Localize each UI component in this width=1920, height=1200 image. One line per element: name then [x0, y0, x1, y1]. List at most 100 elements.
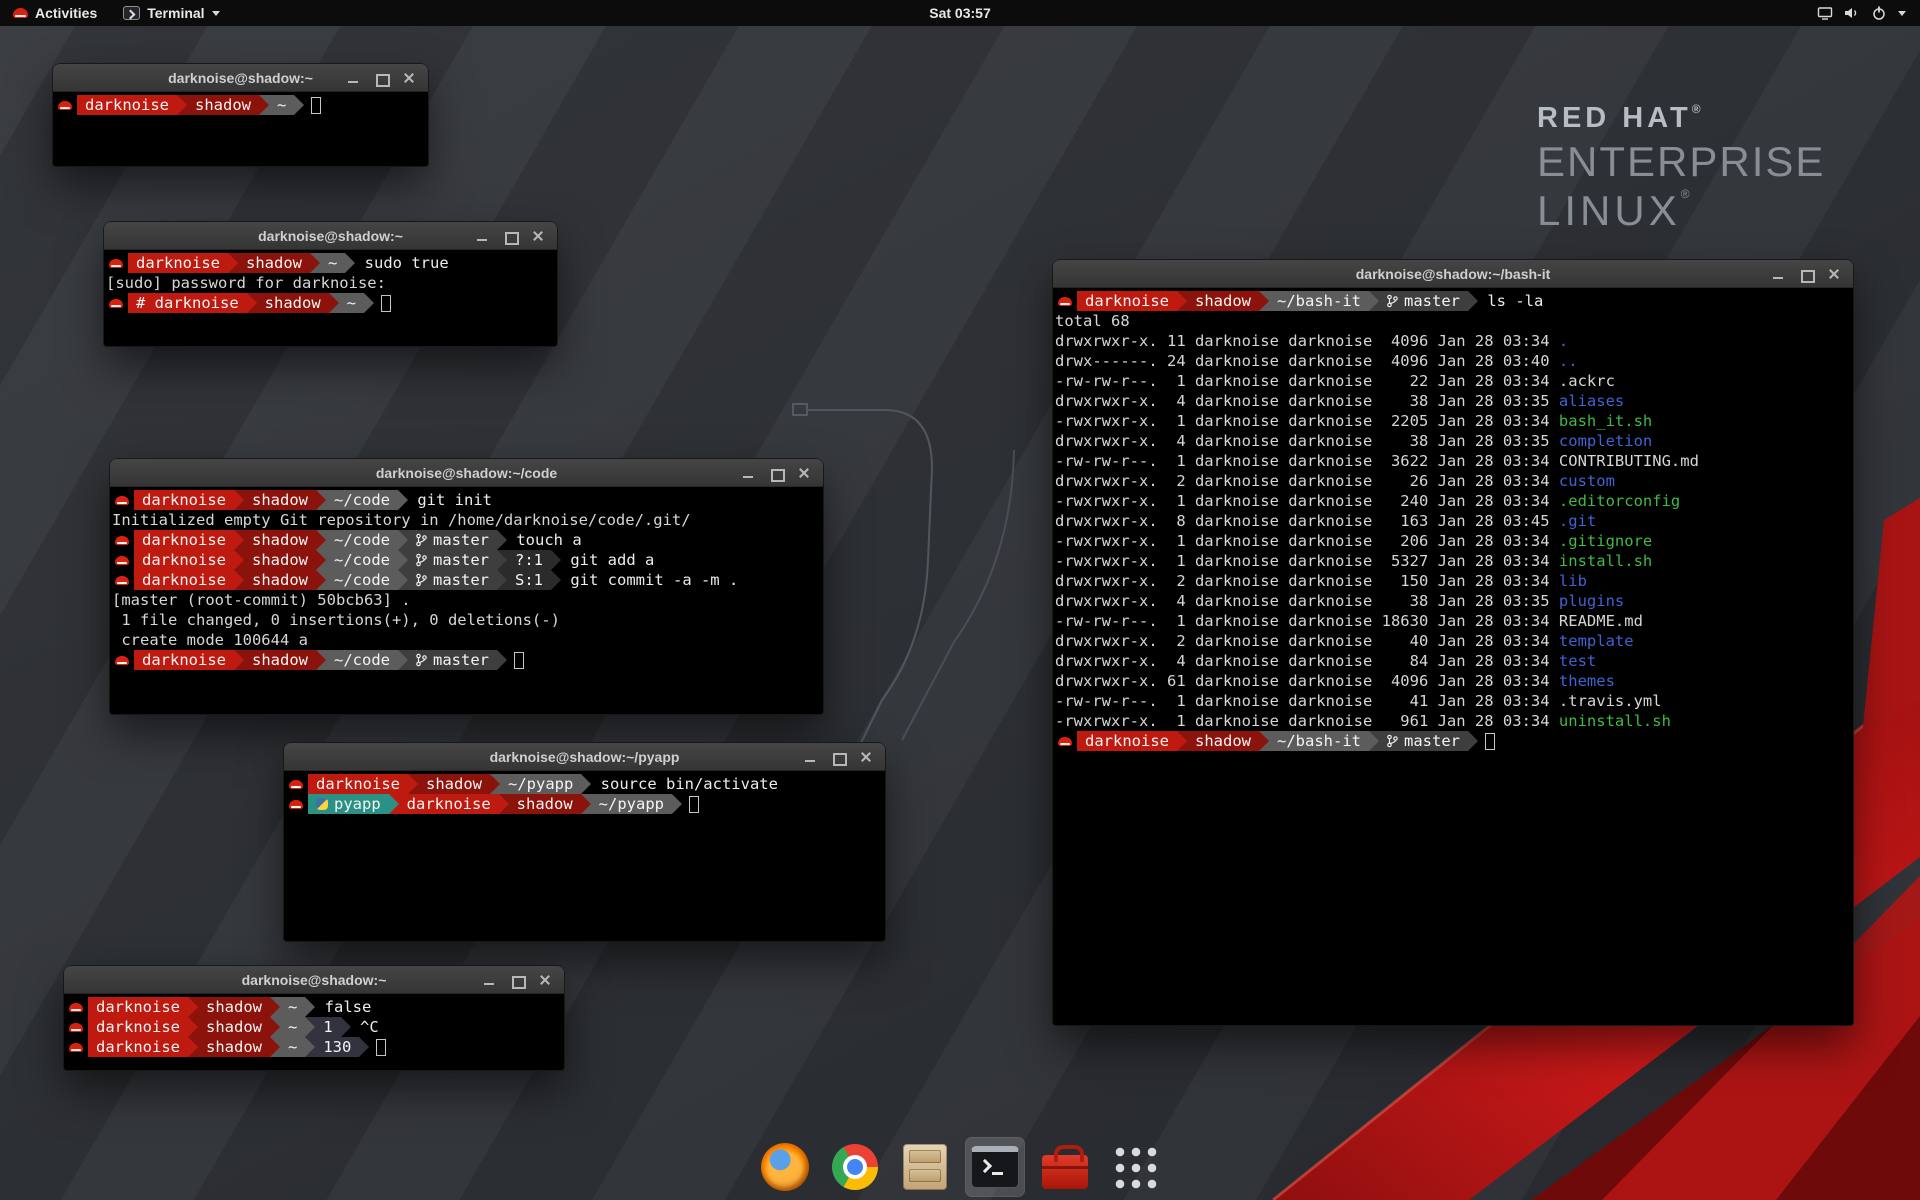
terminal-cursor — [689, 796, 699, 813]
output-text: drwxrwxr-x. 2 darknoise darknoise 26 Jan… — [1055, 472, 1559, 490]
minimize-button[interactable] — [481, 972, 497, 988]
dock-item-files[interactable] — [896, 1138, 954, 1196]
window-titlebar[interactable]: darknoise@shadow:~ — [53, 64, 428, 92]
prompt-segment-path: ~ — [269, 95, 294, 115]
window-titlebar[interactable]: darknoise@shadow:~ — [104, 222, 557, 250]
terminal-line: drwxrwxr-x. 11 darknoise darknoise 4096 … — [1055, 331, 1851, 351]
minimize-button[interactable] — [474, 228, 490, 244]
activities-button[interactable]: Activities — [0, 0, 110, 26]
powerline-arrow-icon — [316, 650, 326, 670]
close-button[interactable] — [796, 465, 812, 481]
brand-line-redhat: RED HAT® — [1537, 102, 1825, 135]
minimize-button[interactable] — [802, 749, 818, 765]
close-icon — [530, 228, 546, 244]
terminal-content[interactable]: darknoiseshadow~/pyapp source bin/activa… — [284, 771, 885, 941]
powerline-arrow-icon — [581, 794, 591, 814]
minimize-button[interactable] — [1770, 266, 1786, 282]
powerline-arrow-icon — [551, 570, 561, 590]
minimize-icon — [474, 228, 490, 244]
terminal-line: [master (root-commit) 50bcb63] . — [112, 590, 821, 610]
close-button[interactable] — [537, 972, 553, 988]
redhat-icon — [115, 576, 129, 585]
powerline-arrow-icon — [294, 95, 304, 115]
system-status-area[interactable] — [1803, 0, 1920, 26]
window-titlebar[interactable]: darknoise@shadow:~/pyapp — [284, 743, 885, 771]
dock-item-firefox[interactable] — [756, 1138, 814, 1196]
prompt-segment-path: ~ — [339, 293, 364, 313]
maximize-button[interactable] — [373, 70, 389, 86]
minimize-icon — [345, 70, 361, 86]
dock-item-terminal[interactable] — [966, 1138, 1024, 1196]
prompt-segment-user: darknoise — [134, 490, 234, 510]
terminal-line: -rw-rw-r--. 1 darknoise darknoise 41 Jan… — [1055, 691, 1851, 711]
redhat-icon — [109, 299, 123, 308]
command-text: git commit -a -m . — [561, 571, 738, 589]
terminal-line: darknoiseshadow~/bash-itmaster ls -la — [1055, 291, 1851, 311]
prompt-segment-user: darknoise — [1077, 291, 1177, 311]
output-text: [sudo] password for darknoise: — [106, 274, 386, 292]
terminal-line: drwxrwxr-x. 2 darknoise darknoise 150 Ja… — [1055, 571, 1851, 591]
maximize-button[interactable] — [509, 972, 525, 988]
terminal-content[interactable]: darknoiseshadow~/bash-itmaster ls -latot… — [1053, 288, 1853, 1025]
terminal-line: drwxrwxr-x. 4 darknoise darknoise 38 Jan… — [1055, 431, 1851, 451]
maximize-button[interactable] — [502, 228, 518, 244]
prompt-segment-exit: 1 — [315, 1017, 340, 1037]
output-text: .gitignore — [1559, 532, 1652, 550]
terminal-line: darknoiseshadow~ false — [66, 997, 562, 1017]
output-text: .ackrc — [1559, 372, 1615, 390]
power-icon — [1871, 5, 1887, 21]
maximize-button[interactable] — [1798, 266, 1814, 282]
output-text: uninstall.sh — [1559, 712, 1671, 730]
window-titlebar[interactable]: darknoise@shadow:~/bash-it — [1053, 260, 1853, 288]
minimize-button[interactable] — [740, 465, 756, 481]
app-menu-button[interactable]: Terminal — [110, 0, 232, 26]
terminal-content[interactable]: darknoiseshadow~/code git initInitialize… — [110, 487, 823, 714]
terminal-line: -rw-rw-r--. 1 darknoise darknoise 22 Jan… — [1055, 371, 1851, 391]
maximize-icon — [830, 749, 846, 765]
terminal-line: drwxrwxr-x. 61 darknoise darknoise 4096 … — [1055, 671, 1851, 691]
terminal-content[interactable]: darknoiseshadow~ falsedarknoiseshadow~1 … — [64, 994, 564, 1070]
prompt-segment-state: S:1 — [507, 570, 551, 590]
output-text: total 68 — [1055, 312, 1130, 330]
output-text: .. — [1559, 352, 1578, 370]
terminal-content[interactable]: darknoiseshadow~ sudo true[sudo] passwor… — [104, 250, 557, 346]
maximize-icon — [373, 70, 389, 86]
dock-item-chrome[interactable] — [826, 1138, 884, 1196]
powerline-arrow-icon — [341, 1017, 351, 1037]
powerline-arrow-icon — [234, 490, 244, 510]
chrome-icon — [832, 1144, 878, 1190]
dock-item-toolbox[interactable] — [1036, 1138, 1094, 1196]
terminal-content[interactable]: darknoiseshadow~ — [53, 92, 428, 166]
prompt-segment-host: shadow — [244, 570, 316, 590]
window-controls — [481, 972, 564, 988]
maximize-button[interactable] — [830, 749, 846, 765]
maximize-icon — [1798, 266, 1814, 282]
close-button[interactable] — [401, 70, 417, 86]
powerline-arrow-icon — [398, 570, 408, 590]
command-text: sudo true — [355, 254, 448, 272]
minimize-button[interactable] — [345, 70, 361, 86]
powerline-arrow-icon — [234, 550, 244, 570]
close-button[interactable] — [1826, 266, 1842, 282]
powerline-arrow-icon — [1259, 291, 1269, 311]
minimize-icon — [1770, 266, 1786, 282]
prompt-segment-path: ~ — [280, 1017, 305, 1037]
prompt-segment-user: darknoise — [1077, 731, 1177, 751]
powerline-arrow-icon — [1369, 731, 1379, 751]
window-titlebar[interactable]: darknoise@shadow:~/code — [110, 459, 823, 487]
maximize-button[interactable] — [768, 465, 784, 481]
prompt-segment-path: ~/pyapp — [500, 774, 581, 794]
powerline-arrow-icon — [398, 530, 408, 550]
powerline-arrow-icon — [497, 530, 507, 550]
window-titlebar[interactable]: darknoise@shadow:~ — [64, 966, 564, 994]
close-button[interactable] — [858, 749, 874, 765]
terminal-line: pyappdarknoiseshadow~/pyapp — [286, 794, 883, 814]
prompt-segment-git: master — [408, 650, 497, 670]
close-button[interactable] — [530, 228, 546, 244]
prompt-segment-path: ~/bash-it — [1269, 291, 1369, 311]
dock-item-show-applications[interactable] — [1106, 1138, 1164, 1196]
powerline-arrow-icon — [497, 650, 507, 670]
output-text: plugins — [1559, 592, 1624, 610]
display-icon — [1817, 6, 1833, 21]
clock-button[interactable]: Sat 03:57 — [919, 0, 1000, 26]
